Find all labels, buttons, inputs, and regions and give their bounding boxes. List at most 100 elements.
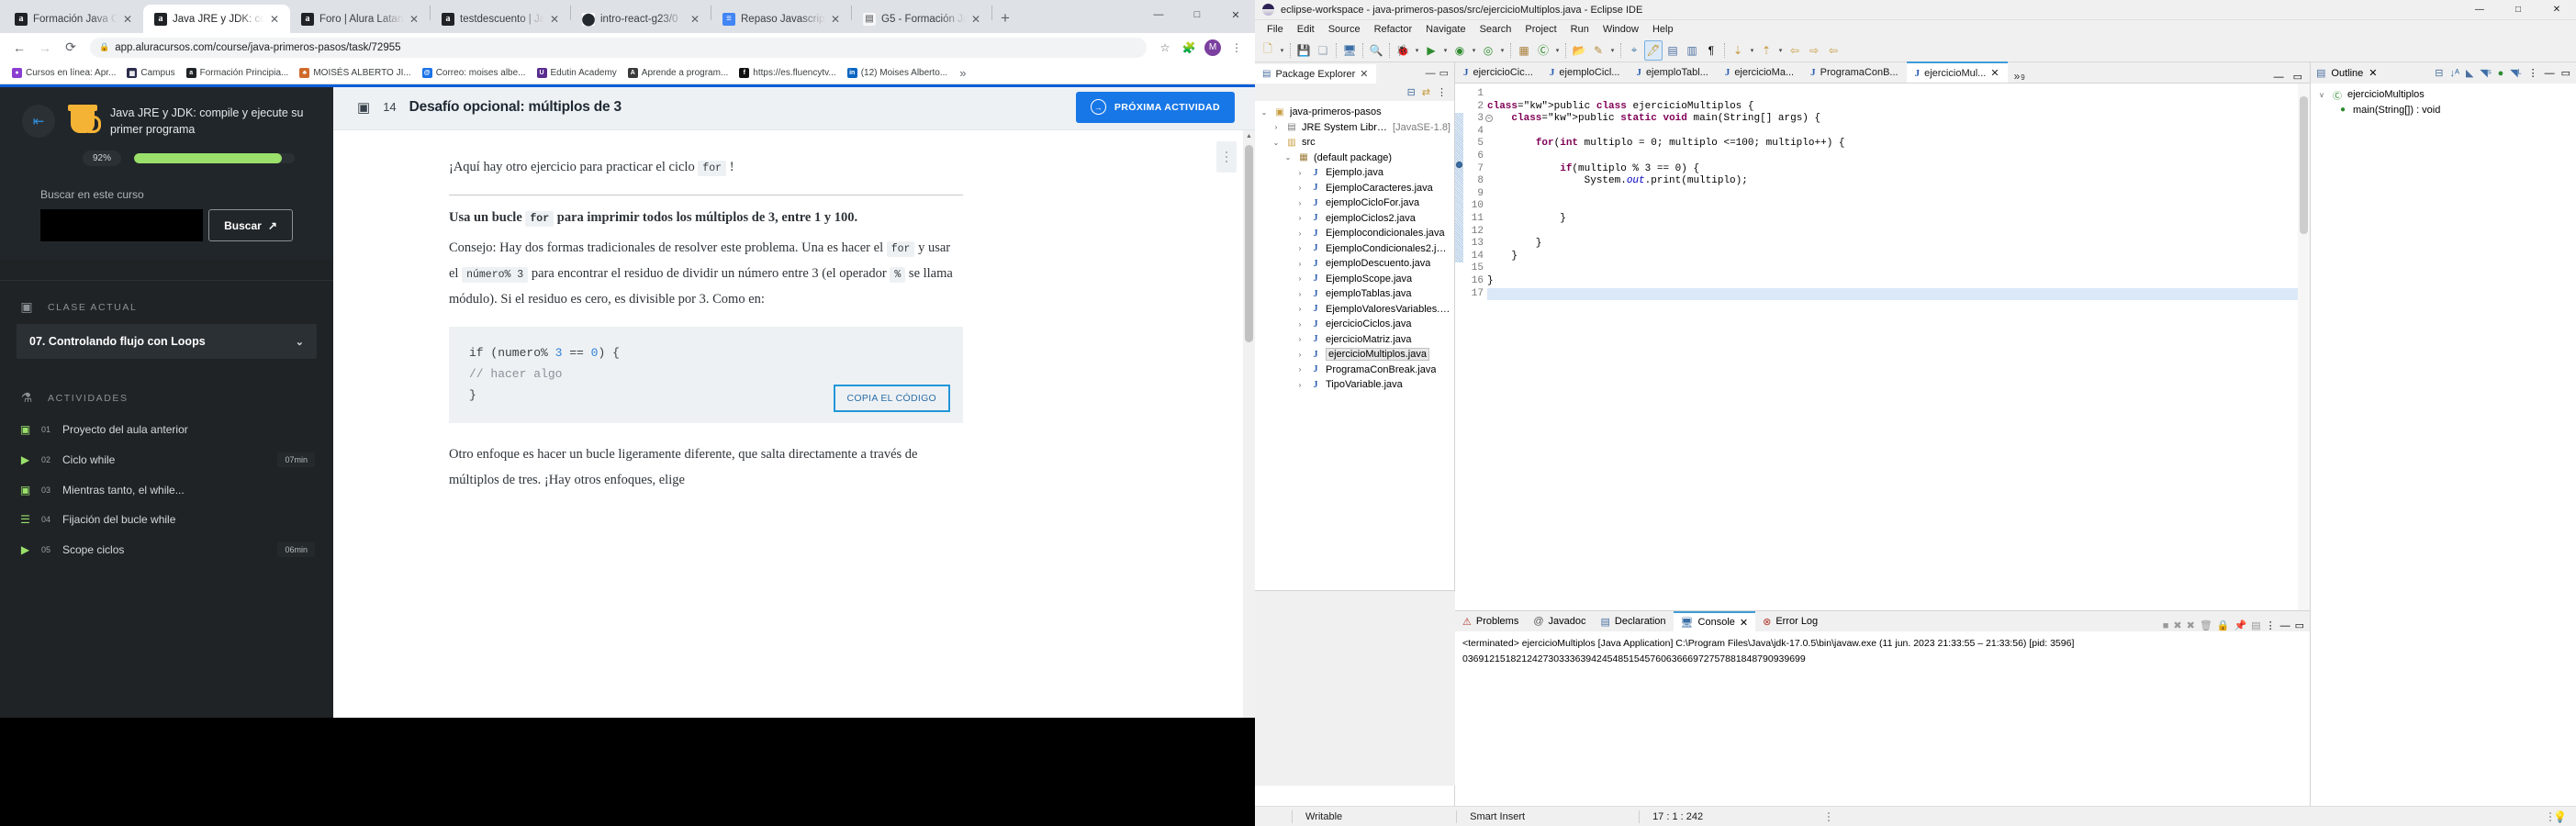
- menu-item-window[interactable]: Window: [1596, 22, 1645, 37]
- coverage-icon[interactable]: ◎: [1479, 40, 1497, 61]
- close-icon[interactable]: ✕: [1990, 67, 1999, 79]
- print-icon[interactable]: 🖥: [1340, 40, 1359, 61]
- chevron-down-icon[interactable]: ⌄: [1271, 139, 1282, 147]
- copy-code-button[interactable]: COPIA EL CÓDIGO: [833, 384, 950, 412]
- hide-static-icon[interactable]: ◥ˢ: [2480, 67, 2491, 79]
- new-icon[interactable]: 🗋: [1259, 40, 1277, 61]
- search-button[interactable]: Buscar ↗: [208, 209, 293, 242]
- show-whitespace-icon[interactable]: ¶: [1702, 40, 1720, 61]
- editor-tab[interactable]: J ejercicioCic...: [1455, 61, 1541, 83]
- outline-item-method[interactable]: ● main(String[]) : void: [2311, 103, 2576, 118]
- close-icon[interactable]: ✕: [1740, 617, 1748, 629]
- remove-all-icon[interactable]: ✖: [2187, 620, 2195, 631]
- chevron-right-icon[interactable]: ›: [1294, 229, 1305, 238]
- chevron-down-icon[interactable]: ▾: [1470, 47, 1478, 54]
- toggle-highlight-icon[interactable]: 🖊: [1644, 39, 1663, 61]
- forward-icon[interactable]: →: [33, 36, 57, 60]
- menu-item-run[interactable]: Run: [1564, 22, 1596, 37]
- link-editor-icon[interactable]: ⇄: [1422, 86, 1430, 98]
- tab-javadoc[interactable]: @ Javadoc: [1526, 611, 1593, 631]
- last-edit-icon[interactable]: ⇦: [1824, 40, 1842, 61]
- maximize-icon[interactable]: ▭: [2293, 71, 2302, 83]
- close-icon[interactable]: ✕: [2537, 0, 2576, 20]
- close-icon[interactable]: ✕: [2369, 67, 2377, 79]
- tab-problems[interactable]: ⚠ Problems: [1455, 611, 1526, 631]
- chevron-down-icon[interactable]: ▾: [1776, 47, 1785, 54]
- chevron-down-icon[interactable]: ▾: [1608, 47, 1617, 54]
- toggle-block-selection-icon[interactable]: ▤: [1663, 40, 1682, 61]
- back-history-icon[interactable]: ⇦: [1786, 40, 1804, 61]
- tree-item[interactable]: › J EjemploCondicionales2.java: [1255, 241, 1454, 257]
- chevron-right-icon[interactable]: ›: [1294, 335, 1305, 343]
- chevron-right-icon[interactable]: ›: [1294, 199, 1305, 207]
- browser-tab-6[interactable]: ▤ G5 - Formación Ja ✕: [852, 5, 991, 33]
- chevron-right-icon[interactable]: ›: [1294, 244, 1305, 252]
- collapse-all-icon[interactable]: ⊟: [2435, 67, 2443, 79]
- tab-package-explorer[interactable]: ▤ Package Explorer ✕: [1255, 62, 1376, 84]
- previous-annotation-icon[interactable]: ⇡: [1757, 40, 1775, 61]
- scroll-lock-icon[interactable]: 🔒: [2217, 620, 2230, 631]
- view-menu-icon[interactable]: ⋮: [1437, 86, 1447, 98]
- reload-icon[interactable]: ⟳: [59, 36, 83, 60]
- bookmark-star-icon[interactable]: ☆: [1154, 37, 1176, 59]
- view-menu-icon[interactable]: ⋮: [2266, 620, 2276, 631]
- chevron-right-icon[interactable]: ›: [1271, 123, 1282, 131]
- view-menu-icon[interactable]: ⋮: [2528, 67, 2538, 79]
- tree-item[interactable]: › JejercicioMatriz.java: [1255, 332, 1454, 348]
- chevron-down-icon[interactable]: ▾: [1498, 47, 1506, 54]
- minimize-icon[interactable]: —: [1426, 68, 1436, 79]
- tab-console[interactable]: 🖥 Console ✕: [1673, 611, 1756, 631]
- hide-nonpublic-icon[interactable]: ●: [2498, 68, 2504, 79]
- new-class-icon[interactable]: Ⓒ: [1534, 40, 1552, 61]
- chevron-down-icon[interactable]: ▾: [1441, 47, 1450, 54]
- chevron-right-icon[interactable]: ›: [1294, 214, 1305, 222]
- tree-item-selected[interactable]: › JejercicioMultiplos.java: [1255, 347, 1454, 363]
- bookmarks-overflow-icon[interactable]: »: [954, 66, 971, 80]
- tree-item[interactable]: › J Ejemplocondicionales.java: [1255, 226, 1454, 241]
- address-bar[interactable]: 🔒 app.aluracursos.com/course/java-primer…: [90, 37, 1147, 58]
- minimize-icon[interactable]: —: [2274, 72, 2284, 83]
- chevron-right-icon[interactable]: ›: [1294, 290, 1305, 298]
- hide-local-icon[interactable]: ◥ᴸ: [2510, 67, 2521, 79]
- minimize-icon[interactable]: —: [2280, 620, 2290, 631]
- bookmark-item[interactable]: A Aprende a program...: [623, 66, 734, 80]
- tab-error-log[interactable]: ⊗ Error Log: [1755, 611, 1825, 631]
- open-type-icon[interactable]: 📂: [1570, 40, 1588, 61]
- back-arrow-icon[interactable]: ⇤: [22, 105, 55, 138]
- browser-tab-3[interactable]: a testdescuento | Ja ✕: [431, 5, 570, 33]
- bookmark-item[interactable]: f https://es.fluencytv...: [734, 66, 840, 80]
- chevron-right-icon[interactable]: ›: [1294, 320, 1305, 329]
- chevron-right-icon[interactable]: ›: [1294, 365, 1305, 374]
- run-config-icon[interactable]: ◉: [1450, 40, 1469, 61]
- editor-overflow-button[interactable]: » 9: [2008, 70, 2032, 83]
- bookmark-item[interactable]: ▦ Campus: [122, 66, 179, 80]
- menu-item-project[interactable]: Project: [1518, 22, 1562, 37]
- more-options-icon[interactable]: [1216, 141, 1237, 173]
- close-tab-icon[interactable]: ✕: [550, 14, 563, 25]
- editor-tab[interactable]: J ejemploTabl...: [1628, 61, 1716, 83]
- menu-item-refactor[interactable]: Refactor: [1368, 22, 1419, 37]
- chevron-right-icon[interactable]: ›: [1294, 274, 1305, 283]
- tree-item[interactable]: › JejemploDescuento.java: [1255, 256, 1454, 272]
- forward-history-icon[interactable]: ⇨: [1805, 40, 1823, 61]
- maximize-icon[interactable]: □: [1178, 0, 1216, 29]
- browser-tab-5[interactable]: ≡ Repaso Javascript ✕: [711, 5, 851, 33]
- close-icon[interactable]: ✕: [1360, 68, 1368, 80]
- extensions-icon[interactable]: 🧩: [1178, 37, 1200, 59]
- chevron-down-icon[interactable]: ⌄: [1259, 108, 1270, 117]
- debug-icon[interactable]: 🐞: [1394, 40, 1412, 61]
- tree-item[interactable]: › JejemploTablas.java: [1255, 286, 1454, 302]
- pin-console-icon[interactable]: 📌: [2234, 620, 2246, 631]
- tree-item[interactable]: › J Ejemplo.java: [1255, 165, 1454, 181]
- bookmark-item[interactable]: a Formación Principia...: [182, 66, 294, 80]
- browser-tab-0[interactable]: a Formación Java C ✕: [4, 5, 143, 33]
- tree-item[interactable]: › JejercicioCiclos.java: [1255, 317, 1454, 332]
- bookmark-item[interactable]: ● Cursos en línea: Apr...: [7, 66, 120, 80]
- new-tab-button[interactable]: +: [992, 6, 1018, 31]
- tree-item[interactable]: › J ProgramaConBreak.java: [1255, 363, 1454, 378]
- console-output[interactable]: <terminated> ejercicioMultiplos [Java Ap…: [1455, 631, 2310, 806]
- sidebar-activity-item[interactable]: ▶ 05 Scope ciclos 06min: [0, 534, 333, 565]
- clear-console-icon[interactable]: 🗑: [2200, 620, 2212, 631]
- tree-item[interactable]: › J TipoVariable.java: [1255, 377, 1454, 393]
- close-tab-icon[interactable]: ✕: [690, 14, 703, 25]
